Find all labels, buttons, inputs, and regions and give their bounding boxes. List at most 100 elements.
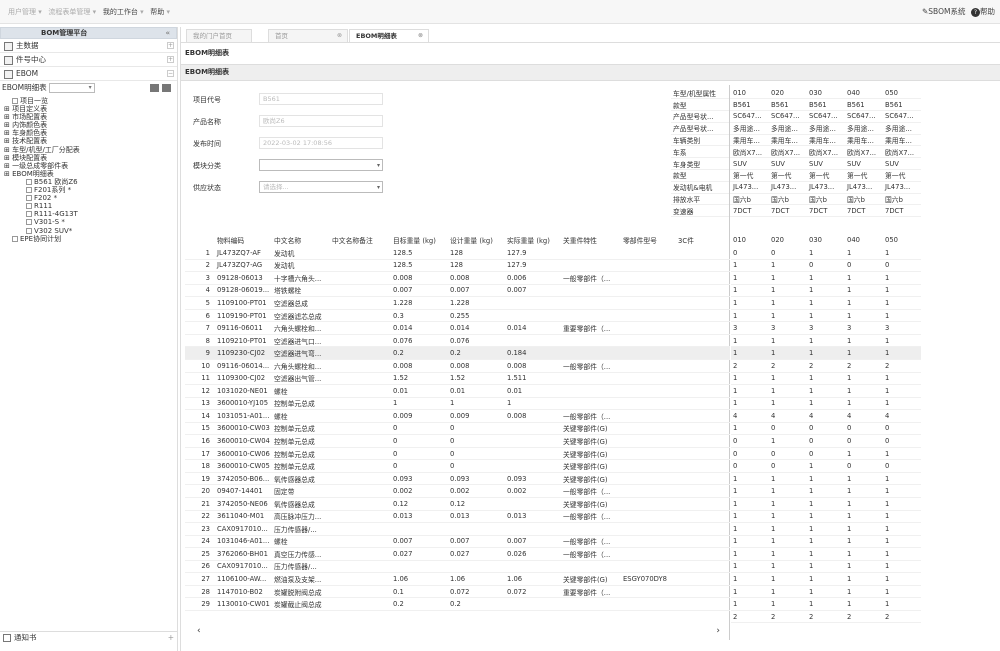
- table-row[interactable]: 6 1109190-PT01 空滤器滤芯总成 0.3 0.255: [185, 309, 730, 323]
- tab-ebom-detail[interactable]: EBOM明细表 ⊗: [349, 29, 429, 42]
- table-row[interactable]: 33333: [731, 321, 921, 335]
- tree-item[interactable]: EPE协同计划: [0, 235, 177, 243]
- table-row[interactable]: 11111: [731, 271, 921, 285]
- column-header[interactable]: 零部件型号: [621, 234, 676, 247]
- table-row[interactable]: 5 1109100-PT01 空滤器总成 1.228 1.228: [185, 296, 730, 310]
- close-icon[interactable]: ⊗: [337, 30, 342, 42]
- project-code-field[interactable]: B561: [259, 93, 383, 105]
- sidebar-footer[interactable]: 通知书 +: [0, 631, 178, 643]
- table-row[interactable]: 11111: [731, 472, 921, 486]
- table-row[interactable]: 26 CAX0917010... 压力传感器/...: [185, 560, 730, 574]
- table-row[interactable]: 11111: [731, 572, 921, 586]
- tree-item[interactable]: R111: [0, 202, 177, 210]
- table-row[interactable]: 11111: [731, 510, 921, 524]
- tree-item[interactable]: ⊞ 一级总成零部件表: [0, 162, 177, 170]
- table-row[interactable]: 25 3762060-BH01 真空压力传感... 0.027 0.027 0.026 一般…: [185, 547, 730, 561]
- table-row[interactable]: 22222: [731, 359, 921, 373]
- table-row[interactable]: 8 1109210-PT01 空滤器进气口... 0.076 0.076: [185, 334, 730, 348]
- table-row[interactable]: 12 1031020-NE01 螺栓 0.01 0.01 0.01: [185, 384, 730, 398]
- table-row[interactable]: 11111: [731, 284, 921, 298]
- table-row[interactable]: 22222: [731, 610, 921, 624]
- column-header[interactable]: 中文名称: [272, 234, 330, 247]
- table-row[interactable]: 4 09128-06019... 塔铁螺栓 0.007 0.007 0.007: [185, 284, 730, 298]
- tree-item[interactable]: V302 SUV*: [0, 227, 177, 235]
- module-class-select[interactable]: ▾: [259, 159, 383, 171]
- column-header[interactable]: 实际重量 (kg): [505, 234, 561, 247]
- tree-item[interactable]: F202 *: [0, 194, 177, 202]
- table-row[interactable]: 10 09116-06014... 六角头螺栓和... 0.008 0.008 0.008…: [185, 359, 730, 373]
- table-row[interactable]: 24 1031046-A01... 螺栓 0.007 0.007 0.007 一般零部件（.…: [185, 535, 730, 549]
- tree-item[interactable]: ⊞ 技术配置表: [0, 137, 177, 145]
- table-row[interactable]: 16 3600010-CW04 控制单元总成 0 0 关键零部件(G): [185, 434, 730, 448]
- column-header[interactable]: [185, 234, 215, 247]
- tree-item[interactable]: B561 欧尚Z6: [0, 178, 177, 186]
- sidebar-section-master-data[interactable]: 主数据 +: [0, 39, 177, 53]
- column-header[interactable]: 物料编码: [215, 234, 272, 247]
- table-row[interactable]: 19 3742050-B06... 氧传感器总成 0.093 0.093 0.093 关键零…: [185, 472, 730, 486]
- table-row[interactable]: 27 1106100-AW... 燃油泵及支架... 1.06 1.06 1.06 关键零部…: [185, 572, 730, 586]
- table-row[interactable]: 44444: [731, 409, 921, 423]
- expand-icon[interactable]: +: [167, 56, 174, 63]
- system-switch[interactable]: ✎SBOM系统: [922, 6, 965, 17]
- table-row[interactable]: 17 3600010-CW06 控制单元总成 0 0 关键零部件(G): [185, 447, 730, 461]
- table-row[interactable]: 00011: [731, 447, 921, 461]
- tree-item[interactable]: F201系列 *: [0, 186, 177, 194]
- column-header[interactable]: 3C件: [676, 234, 730, 247]
- table-row[interactable]: 11111: [731, 547, 921, 561]
- expand-icon[interactable]: +: [168, 632, 174, 644]
- sidebar-section-part-center[interactable]: 件号中心 +: [0, 53, 177, 67]
- table-row[interactable]: 15 3600010-CW03 控制单元总成 0 0 关键零部件(G): [185, 422, 730, 436]
- table-row[interactable]: 2 JL473ZQ7-AG 发动机 128.5 128 127.9: [185, 259, 730, 273]
- column-header[interactable]: 关重件特性: [561, 234, 621, 247]
- table-row[interactable]: 11111: [731, 522, 921, 536]
- horizontal-scrollbar[interactable]: ‹ ›: [185, 626, 730, 637]
- column-header[interactable]: 目标重量 (kg): [391, 234, 448, 247]
- column-header[interactable]: 040: [845, 234, 883, 247]
- supply-status-select[interactable]: 请选择... ▾: [259, 181, 383, 193]
- table-row[interactable]: 23 CAX0917010... 压力传感器/...: [185, 522, 730, 536]
- search-icon[interactable]: [150, 84, 159, 92]
- sidebar-dropdown[interactable]: EBOM明细表: [2, 83, 47, 92]
- table-row[interactable]: 11111: [731, 372, 921, 386]
- tree-item[interactable]: ⊞ 项目定义表: [0, 105, 177, 113]
- table-row[interactable]: 11111: [731, 585, 921, 599]
- table-row[interactable]: 11 1109300-CJ02 空滤器出气管... 1.52 1.52 1.511: [185, 372, 730, 386]
- release-time-field[interactable]: 2022-03-02 17:08:56: [259, 137, 383, 149]
- table-row[interactable]: 11000: [731, 259, 921, 273]
- refresh-icon[interactable]: [162, 84, 171, 92]
- menu-workflow-forms[interactable]: 流程表单管理: [48, 8, 90, 16]
- table-row[interactable]: 21 3742050-NE06 氧传感器总成 0.12 0.12 关键零部件(G): [185, 497, 730, 511]
- tree-item[interactable]: R111-4G13T: [0, 210, 177, 218]
- table-row[interactable]: 11111: [731, 397, 921, 411]
- table-row[interactable]: 18 3600010-CW05 控制单元总成 0 0 关键零部件(G): [185, 459, 730, 473]
- table-row[interactable]: 11111: [731, 309, 921, 323]
- product-name-field[interactable]: 欧尚Z6: [259, 115, 383, 127]
- table-row[interactable]: 28 1147010-B02 炭罐脱附阀总成 0.1 0.072 0.072 重要零部件（.…: [185, 585, 730, 599]
- column-header[interactable]: 中文名称备注: [330, 234, 391, 247]
- table-row[interactable]: 11111: [731, 384, 921, 398]
- close-icon[interactable]: ⊗: [418, 30, 423, 42]
- table-row[interactable]: 22 3611040-M01 高压脉冲压力... 0.013 0.013 0.013 一般零…: [185, 510, 730, 524]
- table-row[interactable]: 7 09116-06011 六角头螺栓和... 0.014 0.014 0.014 重要零部…: [185, 321, 730, 335]
- table-row[interactable]: 9 1109230-CJ02 空滤器进气弯... 0.2 0.2 0.184: [185, 346, 730, 360]
- table-row[interactable]: 11111: [731, 535, 921, 549]
- help-button[interactable]: ? 帮助: [971, 6, 995, 17]
- table-row[interactable]: 10000: [731, 422, 921, 436]
- menu-user-management[interactable]: 用户管理: [8, 8, 36, 16]
- table-row[interactable]: 11111: [731, 597, 921, 611]
- table-row[interactable]: 11111: [731, 560, 921, 574]
- table-row[interactable]: 11111: [731, 484, 921, 498]
- tree-item[interactable]: ⊞ EBOM明细表: [0, 170, 177, 178]
- table-row[interactable]: 00111: [731, 246, 921, 260]
- column-header[interactable]: 050: [883, 234, 921, 247]
- scroll-right-icon[interactable]: ›: [716, 626, 720, 636]
- tree-item[interactable]: 项目一览: [0, 97, 177, 105]
- sidebar-select[interactable]: ▾: [48, 83, 95, 93]
- column-header[interactable]: 020: [769, 234, 807, 247]
- table-row[interactable]: 11111: [731, 334, 921, 348]
- menu-help[interactable]: 帮助: [150, 8, 164, 16]
- tree-item[interactable]: V301-S *: [0, 218, 177, 226]
- expand-icon[interactable]: +: [167, 42, 174, 49]
- table-row[interactable]: 11111: [731, 296, 921, 310]
- tree-item[interactable]: ⊞ 车型/机型/工厂分配表: [0, 146, 177, 154]
